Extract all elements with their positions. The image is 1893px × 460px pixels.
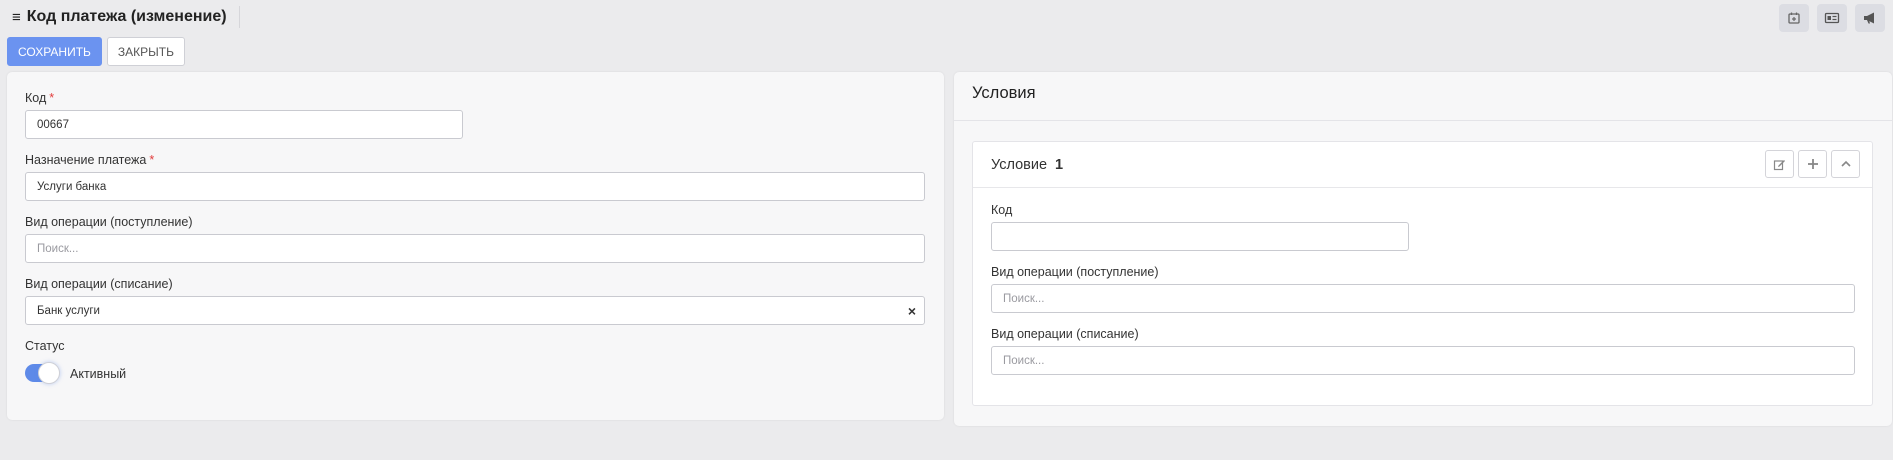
op-income-label: Вид операции (поступление) — [25, 215, 193, 229]
clear-icon[interactable]: × — [908, 303, 916, 319]
save-button[interactable]: СОХРАНИТЬ — [7, 37, 102, 66]
condition-title-text: Условие — [991, 157, 1048, 173]
condition-title: Условие 1 — [991, 157, 1063, 173]
condition-card: Условие 1 Код Вид операции (поступление) … — [972, 141, 1873, 406]
close-button[interactable]: ЗАКРЫТЬ — [106, 37, 185, 66]
condition-op-income-label: Вид операции (поступление) — [991, 265, 1159, 279]
purpose-label: Назначение платежа * — [25, 153, 154, 167]
purpose-input[interactable]: Услуги банка — [25, 172, 925, 201]
edit-icon[interactable] — [1765, 150, 1794, 178]
required-mark: * — [149, 153, 155, 167]
conditions-panel: Условия Условие 1 Код Вид операции (пост… — [954, 72, 1892, 426]
condition-op-income-placeholder: Поиск... — [1003, 292, 1045, 305]
calendar-icon[interactable] — [1779, 4, 1809, 32]
op-expense-select[interactable]: Банк услуги × — [25, 296, 925, 325]
code-input-value: 00667 — [37, 118, 69, 131]
status-label: Статус — [25, 339, 65, 353]
purpose-label-text: Назначение платежа — [25, 153, 147, 167]
id-card-icon[interactable] — [1817, 4, 1847, 32]
op-income-placeholder: Поиск... — [37, 242, 79, 255]
condition-op-income-search-input[interactable]: Поиск... — [991, 284, 1855, 313]
op-income-search-input[interactable]: Поиск... — [25, 234, 925, 263]
condition-card-header: Условие 1 — [973, 142, 1872, 188]
status-toggle[interactable] — [25, 362, 60, 384]
required-mark: * — [49, 91, 55, 105]
condition-op-expense-placeholder: Поиск... — [1003, 354, 1045, 367]
condition-code-label: Код — [991, 203, 1013, 217]
code-label-text: Код — [25, 91, 47, 105]
action-toolbar: СОХРАНИТЬ ЗАКРЫТЬ — [7, 37, 185, 66]
conditions-title: Условия — [972, 84, 1036, 102]
code-label: Код * — [25, 91, 54, 105]
hamburger-menu-icon[interactable]: ≡ — [12, 9, 21, 26]
plus-icon[interactable] — [1798, 150, 1827, 178]
condition-actions — [1765, 150, 1860, 178]
megaphone-icon[interactable] — [1855, 4, 1885, 32]
condition-op-expense-search-input[interactable]: Поиск... — [991, 346, 1855, 375]
purpose-input-value: Услуги банка — [37, 180, 107, 193]
op-expense-label: Вид операции (списание) — [25, 277, 173, 291]
chevron-up-icon[interactable] — [1831, 150, 1860, 178]
status-toggle-label: Активный — [70, 367, 127, 381]
conditions-header: Условия — [954, 72, 1892, 121]
condition-number: 1 — [1055, 157, 1064, 173]
code-input[interactable]: 00667 — [25, 110, 463, 139]
toggle-knob — [38, 362, 60, 384]
payment-code-form-panel: Код * 00667 Назначение платежа * Услуги ба… — [7, 72, 944, 420]
page-title-group: ≡ Код платежа (изменение) — [12, 6, 240, 28]
top-bar: ≡ Код платежа (изменение) — [0, 0, 1893, 34]
op-expense-value: Банк услуги — [37, 304, 100, 317]
condition-code-input[interactable] — [991, 222, 1409, 251]
top-icon-group — [1779, 4, 1885, 32]
condition-op-expense-label: Вид операции (списание) — [991, 327, 1139, 341]
page-title: Код платежа (изменение) — [26, 8, 227, 25]
